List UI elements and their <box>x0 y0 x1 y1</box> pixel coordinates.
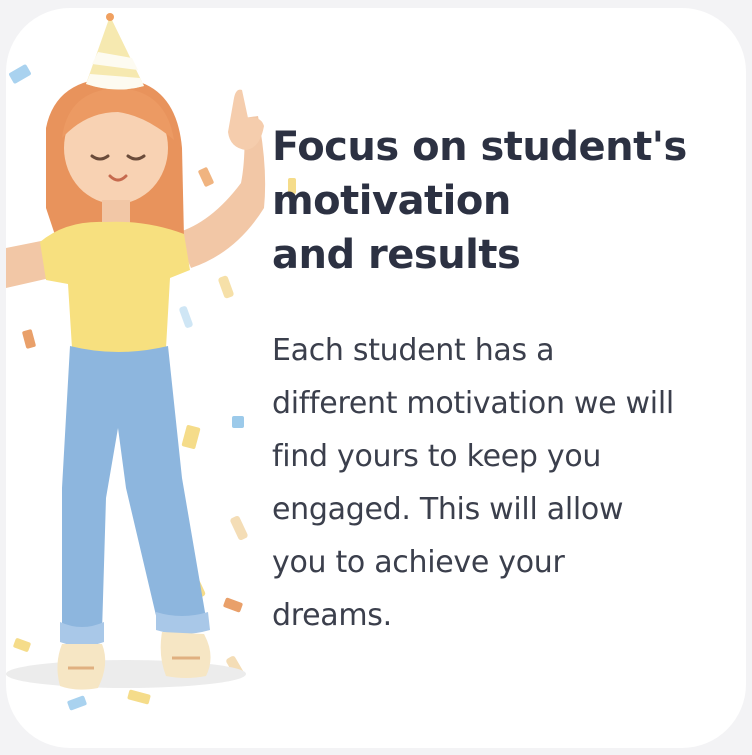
card-title-line: and results <box>272 232 521 278</box>
card-title-line: Focus on student's <box>272 124 687 170</box>
celebrating-girl-illustration <box>6 13 296 711</box>
card-title-line: motivation <box>272 178 511 224</box>
card-title: Focus on student's motivation and result… <box>272 120 722 282</box>
text-block: Focus on student's motivation and result… <box>272 120 722 672</box>
card-description: Each student has a different motivation … <box>272 333 674 633</box>
feature-card: Focus on student's motivation and result… <box>6 8 746 748</box>
